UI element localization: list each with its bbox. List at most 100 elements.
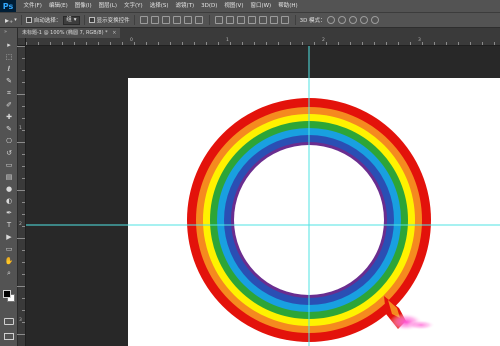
hand-icon[interactable]: ✋ [3,256,15,266]
eraser-icon[interactable]: ▭ [3,160,15,170]
eyedropper-icon[interactable]: ✐ [3,100,15,110]
auto-select-dropdown[interactable]: 组 ▾ [63,15,80,25]
menu-select[interactable]: 选择(S) [146,0,172,12]
ruler-tick [206,42,207,45]
history-brush-icon[interactable]: ↺ [3,148,15,158]
ruler-tick [17,94,25,95]
horizontal-ruler[interactable]: 01234 [26,38,500,46]
close-icon[interactable]: × [112,30,116,36]
3d-pan-icon[interactable] [349,16,358,24]
menu-image[interactable]: 图像(I) [71,0,95,12]
ruler-tick [22,298,25,299]
document-tab[interactable]: 未标题-1 @ 100% (椭圆 7, RGB/8) * × [18,28,121,38]
align-top-icon[interactable] [140,16,149,24]
auto-select-label: 自动选择： [33,18,62,24]
ruler-tick [22,322,25,323]
ruler-tick [17,334,25,335]
dodge-icon[interactable]: ◐ [3,196,15,206]
ruler-label: 2 [19,222,22,227]
ruler-tick [22,226,25,227]
crop-icon[interactable]: ⌗ [3,88,15,98]
blur-icon[interactable]: ● [3,184,15,194]
ruler-tick [110,42,111,45]
menu-window[interactable]: 窗口(W) [247,0,275,12]
align-vcenter-icon[interactable] [151,16,160,24]
menu-type[interactable]: 文字(Y) [121,0,147,12]
ruler-tick [170,42,171,45]
foreground-color-swatch[interactable] [3,290,11,298]
ruler-tick [410,42,411,45]
3d-orbit-icon[interactable] [327,16,336,24]
move-tool-preset-icon[interactable]: ▸₊ [5,16,13,25]
menu-filter[interactable]: 滤镜(T) [172,0,198,12]
ruler-origin[interactable] [18,38,26,46]
3d-mode-label: 3D 模式： [299,18,326,24]
ruler-tick [26,42,27,45]
shape-icon[interactable]: ▭ [3,244,15,254]
distribute-left-icon[interactable] [248,16,257,24]
distribute-bottom-icon[interactable] [237,16,246,24]
distribute-top-icon[interactable] [215,16,224,24]
path-select-icon[interactable]: ▶ [3,232,15,242]
brush-icon[interactable]: ✎ [3,124,15,134]
ruler-tick [62,42,63,45]
distribute-hcenter-icon[interactable] [259,16,268,24]
auto-align-icon[interactable] [281,16,290,24]
ruler-tick [374,42,375,45]
ruler-tick [22,82,25,83]
menu-layer[interactable]: 图层(L) [95,0,120,12]
align-bottom-icon[interactable] [162,16,171,24]
ruler-tick [22,106,25,107]
ruler-tick [134,42,135,45]
distribute-vcenter-icon[interactable] [226,16,235,24]
menu-help[interactable]: 帮助(H) [275,0,301,12]
distribute-right-icon[interactable] [270,16,279,24]
3d-scale-icon[interactable] [371,16,380,24]
gradient-icon[interactable]: ▤ [3,172,15,182]
ruler-tick [22,310,25,311]
3d-roll-icon[interactable] [338,16,347,24]
auto-select-checkbox[interactable] [25,17,32,23]
clone-stamp-icon[interactable]: ⎔ [3,136,15,146]
zoom-icon[interactable]: ⌕ [3,268,15,278]
workspace[interactable] [26,46,500,346]
ruler-tick [122,42,123,45]
move-icon[interactable]: ▸ [3,40,15,50]
separator [83,15,85,25]
align-hcenter-icon[interactable] [184,16,193,24]
document-canvas[interactable] [26,46,500,346]
align-left-icon[interactable] [173,16,182,24]
align-right-icon[interactable] [195,16,204,24]
ruler-tick [218,42,219,45]
menu-3d[interactable]: 3D(D) [198,0,221,12]
panel-collapse-icon[interactable]: » [4,29,7,35]
ruler-tick [470,42,471,45]
ruler-tick [22,118,25,119]
lasso-icon[interactable]: ℓ [3,64,15,74]
ruler-tick [482,42,483,45]
menu-view[interactable]: 视图(V) [221,0,247,12]
ruler-tick [17,142,25,143]
quick-select-icon[interactable]: ✎ [3,76,15,86]
chevron-down-icon: ▾ [73,16,77,23]
quick-mask-icon[interactable] [4,318,14,325]
ruler-tick [386,42,387,45]
ruler-label: 3 [19,318,22,323]
ruler-tick [22,178,25,179]
show-transform-checkbox[interactable] [88,17,95,23]
ruler-tick [434,42,435,45]
screen-mode-icon[interactable] [4,333,14,340]
ruler-label: 2 [322,38,325,43]
options-bar: ▸₊ ▾ 自动选择： 组 ▾ 显示变换控件 3D 模式： [0,12,500,28]
menu-file[interactable]: 文件(F) [20,0,45,12]
3d-slide-icon[interactable] [360,16,369,24]
pen-icon[interactable]: ✒ [3,208,15,218]
ruler-tick [158,42,159,45]
menu-edit[interactable]: 编辑(E) [45,0,71,12]
healing-brush-icon[interactable]: ✚ [3,112,15,122]
vertical-ruler[interactable]: 1 2 3 [17,38,26,346]
auto-select-value: 组 [66,16,72,23]
marquee-icon[interactable]: ⬚ [3,52,15,62]
chevron-down-icon[interactable]: ▾ [14,17,17,23]
type-icon[interactable]: T [3,220,15,230]
